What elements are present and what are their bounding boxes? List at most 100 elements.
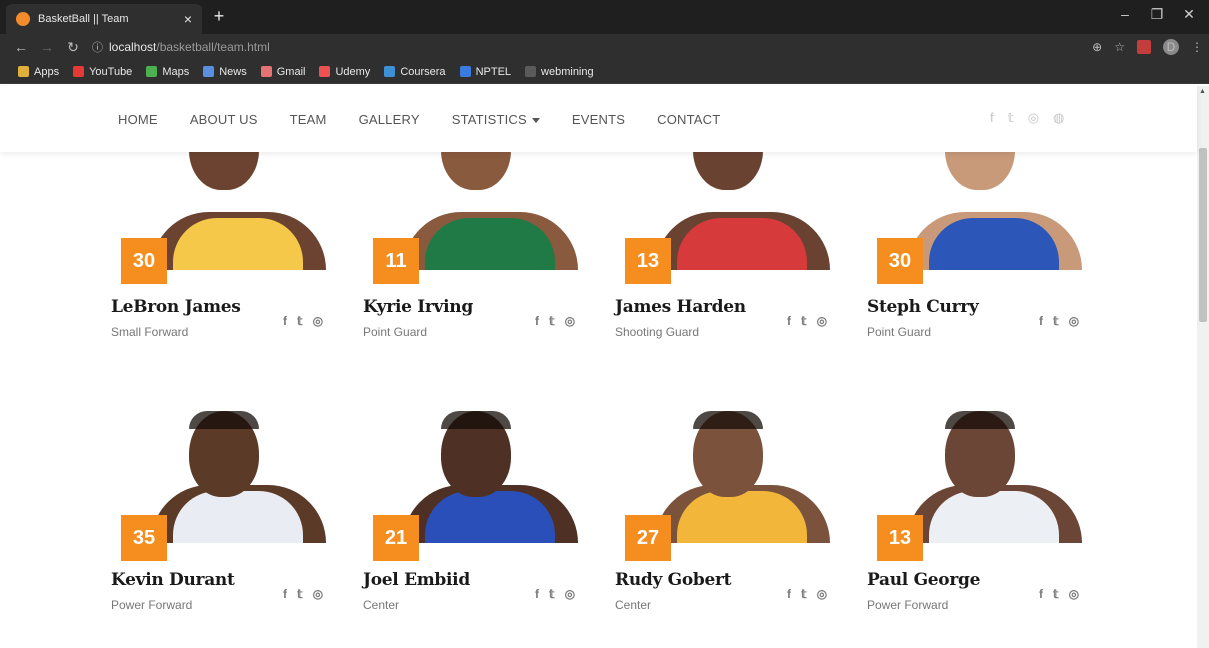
header-social-links: f 𝕥 ◎ ◍ — [990, 110, 1064, 126]
player-social-links: f 𝕥 ◎ — [787, 314, 827, 328]
twitter-icon[interactable]: 𝕥 — [1053, 314, 1059, 328]
gmail-icon — [260, 66, 272, 77]
menu-kebab-icon[interactable]: ⋮ — [1191, 40, 1203, 54]
bookmark-udemy[interactable]: Udemy — [319, 66, 370, 78]
twitter-icon[interactable]: 𝕥 — [549, 587, 555, 601]
bookmark-news[interactable]: News — [203, 66, 247, 78]
minimize-button[interactable]: – — [1110, 6, 1140, 22]
instagram-icon[interactable]: ◎ — [565, 314, 575, 328]
back-arrow-icon[interactable]: ← — [8, 39, 34, 55]
nav-events[interactable]: EVENTS — [572, 112, 625, 127]
new-tab-button[interactable]: + — [208, 6, 230, 27]
player-jersey — [425, 491, 555, 543]
instagram-icon[interactable]: ◎ — [1028, 110, 1039, 126]
player-jersey — [929, 218, 1059, 270]
facebook-icon[interactable]: f — [283, 314, 287, 328]
player-name[interactable]: Joel Embiid — [363, 570, 470, 590]
player-jersey — [677, 491, 807, 543]
facebook-icon[interactable]: f — [283, 587, 287, 601]
twitter-icon[interactable]: 𝕥 — [801, 314, 807, 328]
scrollbar-thumb[interactable] — [1199, 148, 1207, 322]
player-position: Point Guard — [867, 325, 932, 339]
bookmark-maps[interactable]: Maps — [146, 66, 189, 78]
instagram-icon[interactable]: ◎ — [565, 587, 575, 601]
facebook-icon[interactable]: f — [1039, 587, 1043, 601]
player-card: 27 Rudy Gobert Center f 𝕥 ◎ — [615, 383, 855, 612]
facebook-icon[interactable]: f — [535, 314, 539, 328]
instagram-icon[interactable]: ◎ — [817, 587, 827, 601]
bookmark-coursera[interactable]: Coursera — [384, 66, 446, 78]
bookmark-label: Udemy — [335, 65, 371, 78]
twitter-icon[interactable]: 𝕥 — [297, 314, 303, 328]
nav-contact[interactable]: CONTACT — [657, 112, 720, 127]
facebook-icon[interactable]: f — [535, 587, 539, 601]
nav-gallery[interactable]: GALLERY — [359, 112, 420, 127]
facebook-icon[interactable]: f — [1039, 314, 1043, 328]
restore-button[interactable]: ❐ — [1142, 6, 1172, 23]
facebook-icon[interactable]: f — [787, 587, 791, 601]
bookmark-gmail[interactable]: Gmail — [260, 66, 305, 78]
jersey-number-badge: 13 — [877, 515, 923, 561]
player-name[interactable]: Kyrie Irving — [363, 297, 473, 317]
player-jersey — [173, 491, 303, 543]
player-social-links: f 𝕥 ◎ — [283, 587, 323, 601]
facebook-icon[interactable]: f — [787, 314, 791, 328]
player-card: 13 Paul George Power Forward f 𝕥 ◎ — [867, 383, 1107, 612]
nav-home[interactable]: HOME — [118, 112, 158, 127]
forward-arrow-icon[interactable]: → — [34, 39, 60, 55]
scroll-up-arrow-icon[interactable]: ▲ — [1199, 88, 1206, 95]
profile-avatar[interactable]: D — [1163, 39, 1179, 55]
bookmark-nptel[interactable]: NPTEL — [459, 66, 511, 78]
player-name[interactable]: Paul George — [867, 570, 980, 590]
site-info-icon[interactable]: ⓘ — [92, 39, 103, 55]
bookmark-label: Maps — [162, 65, 190, 78]
site-navbar: HOME ABOUT US TEAM GALLERY STATISTICS EV… — [0, 86, 1197, 152]
twitter-icon[interactable]: 𝕥 — [1008, 110, 1014, 126]
caret-down-icon — [531, 118, 540, 124]
twitter-icon[interactable]: 𝕥 — [801, 587, 807, 601]
main-menu: HOME ABOUT US TEAM GALLERY STATISTICS EV… — [118, 112, 752, 127]
twitter-icon[interactable]: 𝕥 — [297, 587, 303, 601]
player-name[interactable]: Steph Curry — [867, 297, 979, 317]
reload-icon[interactable]: ↻ — [60, 39, 86, 56]
instagram-icon[interactable]: ◎ — [817, 314, 827, 328]
pdf-extension-icon[interactable] — [1137, 40, 1151, 54]
tab-close-icon[interactable]: × — [184, 11, 192, 27]
webmining-icon — [525, 66, 537, 77]
bookmark-label: webmining — [541, 65, 594, 78]
nav-team[interactable]: TEAM — [290, 112, 327, 127]
news-icon — [203, 66, 215, 77]
address-bar: ← → ↻ ⓘ localhost /basketball/team.html … — [0, 34, 1209, 60]
twitter-icon[interactable]: 𝕥 — [549, 314, 555, 328]
player-card: 35 Kevin Durant Power Forward f 𝕥 ◎ — [111, 383, 351, 612]
close-window-button[interactable]: ✕ — [1174, 6, 1204, 23]
player-name[interactable]: Kevin Durant — [111, 570, 235, 590]
instagram-icon[interactable]: ◎ — [1069, 314, 1079, 328]
dribbble-icon[interactable]: ◍ — [1053, 110, 1064, 126]
instagram-icon[interactable]: ◎ — [1069, 587, 1079, 601]
player-name[interactable]: LeBron James — [111, 297, 241, 317]
jersey-number-badge: 30 — [121, 238, 167, 284]
jersey-number-badge: 27 — [625, 515, 671, 561]
jersey-number-badge: 21 — [373, 515, 419, 561]
bookmark-webmining[interactable]: webmining — [525, 66, 594, 78]
url-path: /basketball/team.html — [156, 40, 270, 54]
player-name[interactable]: Rudy Gobert — [615, 570, 732, 590]
player-hair — [189, 411, 259, 429]
bookmark-star-icon[interactable]: ☆ — [1114, 40, 1125, 54]
nav-statistics-label: STATISTICS — [451, 112, 527, 127]
url-field[interactable]: ⓘ localhost /basketball/team.html — [92, 39, 270, 55]
player-jersey — [677, 218, 807, 270]
instagram-icon[interactable]: ◎ — [313, 587, 323, 601]
bookmark-youtube[interactable]: YouTube — [73, 66, 132, 78]
browser-tab[interactable]: BasketBall || Team × — [6, 4, 202, 34]
twitter-icon[interactable]: 𝕥 — [1053, 587, 1059, 601]
nav-statistics[interactable]: STATISTICS — [452, 112, 540, 127]
nav-about-us[interactable]: ABOUT US — [190, 112, 258, 127]
instagram-icon[interactable]: ◎ — [313, 314, 323, 328]
facebook-icon[interactable]: f — [990, 110, 994, 126]
bookmark-apps[interactable]: Apps — [18, 66, 59, 78]
zoom-icon[interactable]: ⊕ — [1092, 40, 1102, 54]
player-name[interactable]: James Harden — [615, 297, 746, 317]
tab-title: BasketBall || Team — [38, 13, 129, 25]
